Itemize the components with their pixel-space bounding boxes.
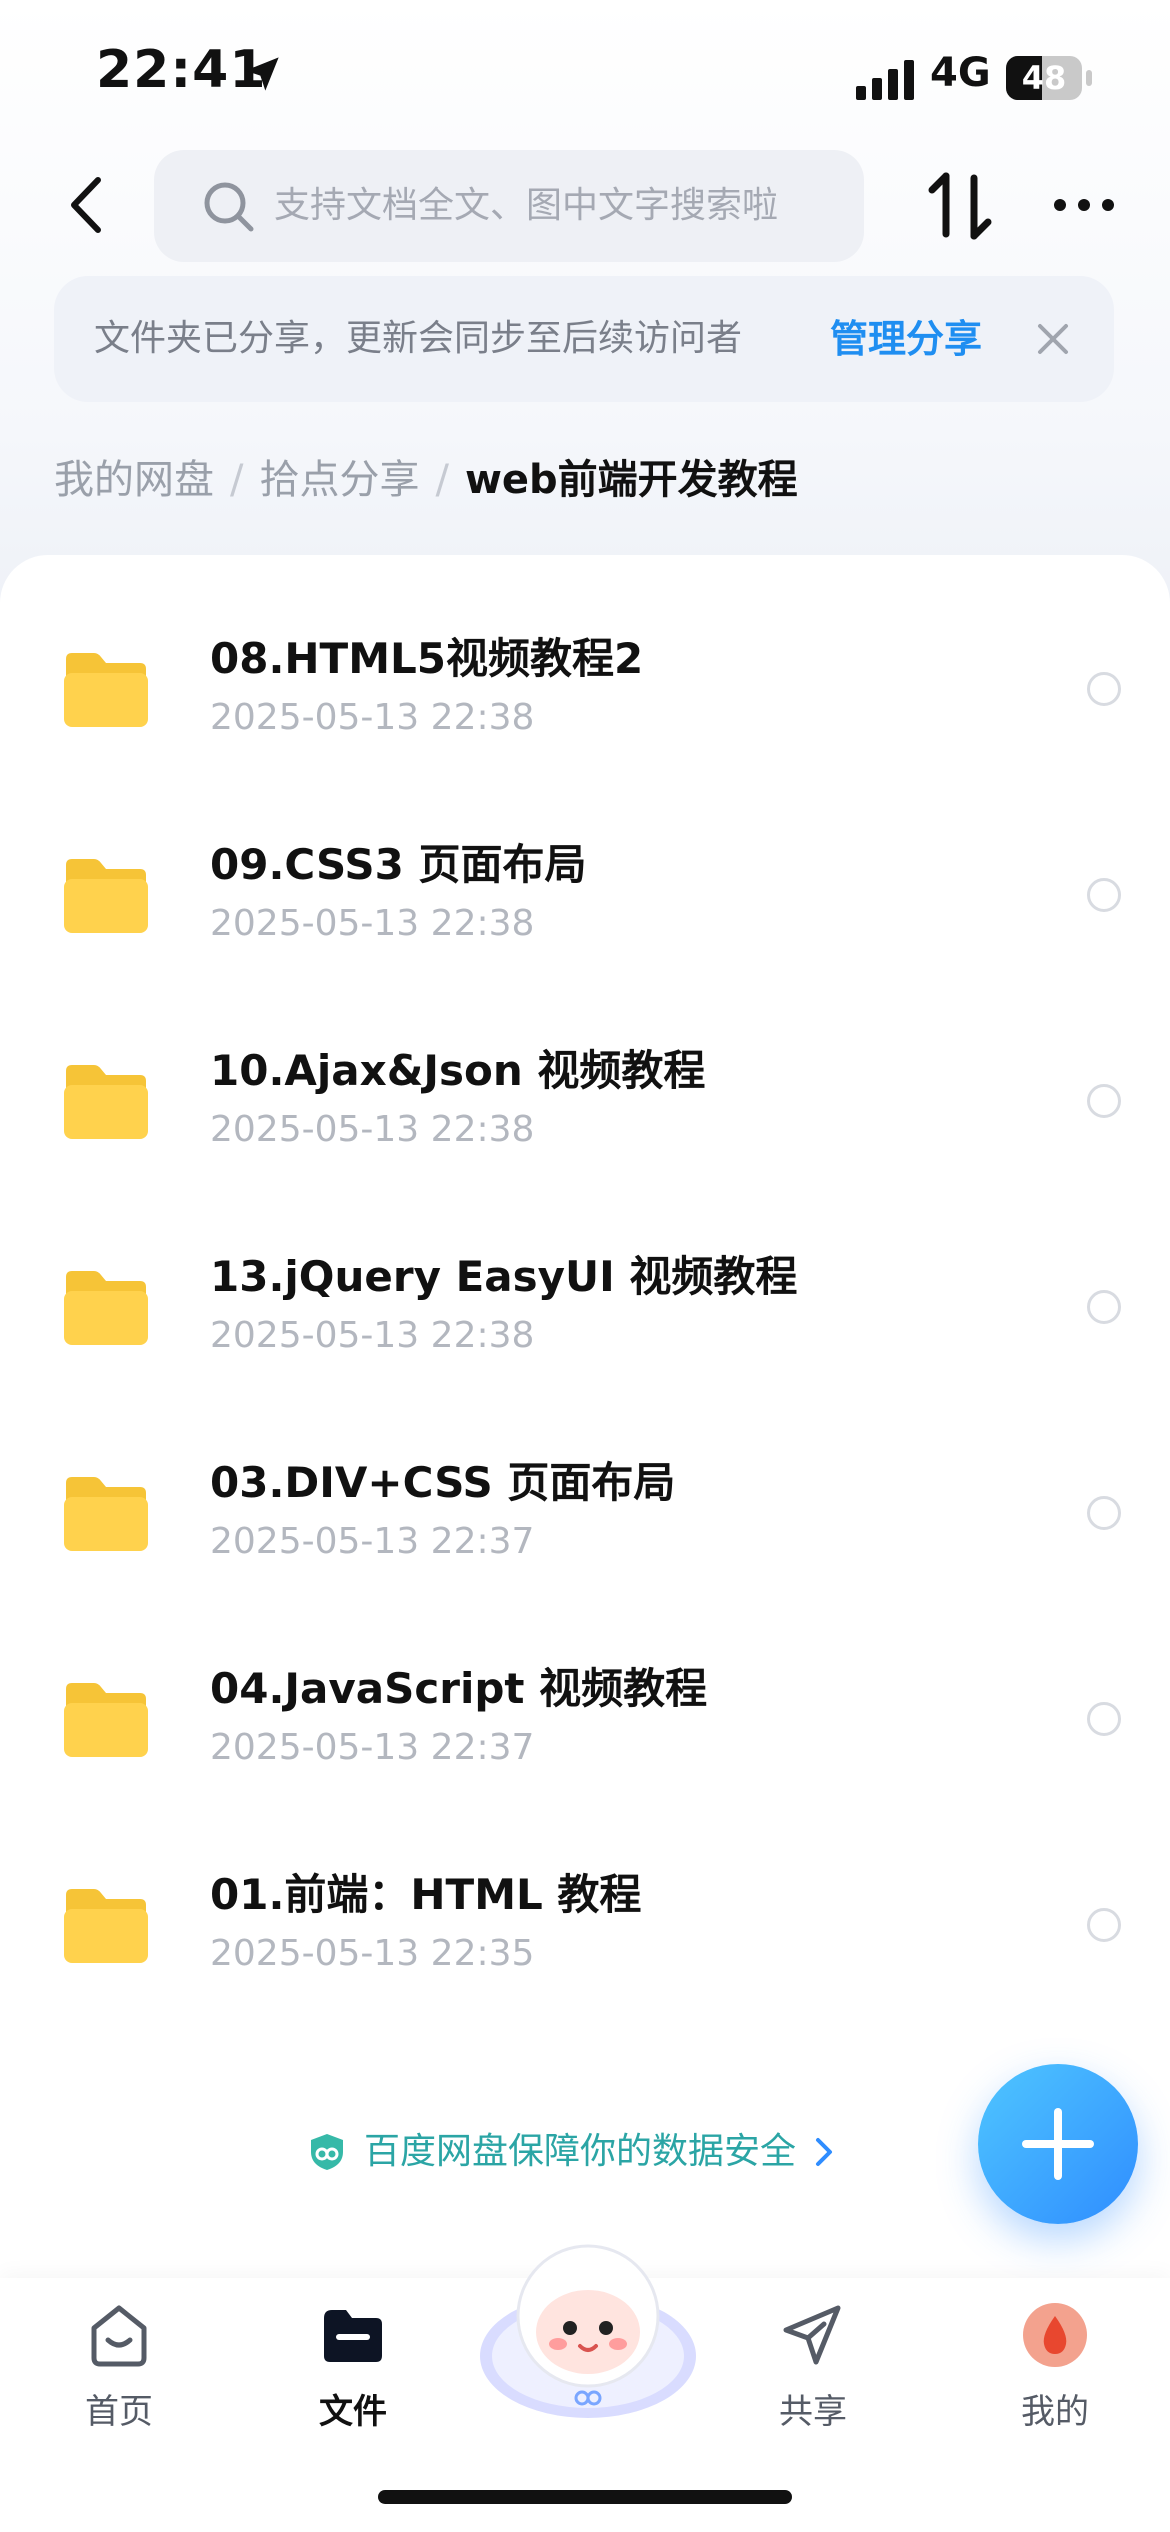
- assistant-mascot-button[interactable]: [478, 2236, 698, 2422]
- breadcrumb-item-my-drive[interactable]: 我的网盘: [54, 457, 214, 503]
- tab-files[interactable]: 文件: [278, 2300, 428, 2440]
- sort-icon[interactable]: [928, 170, 992, 242]
- file-name: 08.HTML5视频教程2: [210, 634, 644, 683]
- select-checkbox[interactable]: [1087, 1908, 1121, 1942]
- file-row[interactable]: 01.前端：HTML 教程 2025-05-13 22:35: [0, 1821, 1170, 2027]
- select-checkbox[interactable]: [1087, 1702, 1121, 1736]
- network-type: 4G: [930, 50, 991, 96]
- location-arrow-icon: [245, 57, 279, 91]
- breadcrumb-item-current: web前端开发教程: [464, 457, 798, 503]
- tab-label: 首页: [85, 2392, 153, 2432]
- file-row[interactable]: 10.Ajax&Json 视频教程 2025-05-13 22:38: [0, 997, 1170, 1203]
- close-icon[interactable]: [1030, 316, 1076, 362]
- file-date: 2025-05-13 22:38: [210, 903, 535, 944]
- select-checkbox[interactable]: [1087, 1290, 1121, 1324]
- status-bar: 22:41 4G 48: [0, 0, 1170, 150]
- tab-label: 我的: [1021, 2392, 1089, 2432]
- send-icon: [783, 2305, 841, 2365]
- file-date: 2025-05-13 22:38: [210, 697, 535, 738]
- battery-level: 48: [1021, 59, 1067, 97]
- select-checkbox[interactable]: [1087, 672, 1121, 706]
- tab-label: 共享: [779, 2392, 847, 2432]
- folder-icon: [64, 653, 148, 727]
- file-date: 2025-05-13 22:35: [210, 1933, 535, 1974]
- file-date: 2025-05-13 22:37: [210, 1521, 535, 1562]
- home-indicator: [378, 2490, 792, 2504]
- file-name: 04.JavaScript 视频教程: [210, 1664, 708, 1713]
- breadcrumb-item-shared[interactable]: 拾点分享: [259, 457, 419, 503]
- shield-icon: [311, 2134, 343, 2170]
- file-name: 09.CSS3 页面布局: [210, 840, 587, 889]
- file-name: 10.Ajax&Json 视频教程: [210, 1046, 706, 1095]
- folder-icon: [64, 1683, 148, 1757]
- more-icon[interactable]: [1052, 180, 1116, 230]
- breadcrumb: 我的网盘 / 拾点分享 / web前端开发教程: [54, 448, 798, 512]
- home-icon: [91, 2305, 147, 2367]
- select-checkbox[interactable]: [1087, 1496, 1121, 1530]
- tab-profile[interactable]: 我的: [980, 2300, 1130, 2440]
- folder-icon: [64, 1889, 148, 1963]
- search-input[interactable]: 支持文档全文、图中文字搜索啦: [154, 150, 864, 262]
- file-date: 2025-05-13 22:37: [210, 1727, 535, 1768]
- share-banner: 文件夹已分享，更新会同步至后续访问者 管理分享: [54, 276, 1114, 402]
- folder-icon: [64, 1477, 148, 1551]
- file-name: 03.DIV+CSS 页面布局: [210, 1458, 676, 1507]
- file-name: 01.前端：HTML 教程: [210, 1870, 642, 1919]
- share-banner-text: 文件夹已分享，更新会同步至后续访问者: [94, 318, 743, 359]
- folder-icon: [64, 859, 148, 933]
- file-date: 2025-05-13 22:38: [210, 1109, 535, 1150]
- breadcrumb-separator: /: [435, 457, 449, 503]
- tab-label: 文件: [319, 2392, 387, 2432]
- tab-home[interactable]: 首页: [44, 2300, 194, 2440]
- status-time: 22:41: [96, 40, 267, 100]
- select-checkbox[interactable]: [1087, 1084, 1121, 1118]
- battery-icon: 48: [1006, 56, 1092, 100]
- search-icon: [204, 182, 254, 232]
- back-button[interactable]: [56, 170, 116, 240]
- folder-icon: [64, 1271, 148, 1345]
- profile-icon: [1023, 2303, 1087, 2367]
- plus-icon: [1022, 2108, 1094, 2180]
- file-list: 08.HTML5视频教程2 2025-05-13 22:38 09.CSS3 页…: [0, 555, 1170, 2095]
- signal-icon: [856, 60, 914, 100]
- file-row[interactable]: 04.JavaScript 视频教程 2025-05-13 22:37: [0, 1615, 1170, 1821]
- manage-share-link[interactable]: 管理分享: [830, 276, 982, 402]
- tab-share[interactable]: 共享: [738, 2300, 888, 2440]
- security-notice-text: 百度网盘保障你的数据安全: [364, 2131, 797, 2172]
- folder-icon: [64, 1065, 148, 1139]
- select-checkbox[interactable]: [1087, 878, 1121, 912]
- file-row[interactable]: 03.DIV+CSS 页面布局 2025-05-13 22:37: [0, 1409, 1170, 1615]
- folder-icon: [324, 2310, 382, 2362]
- search-placeholder: 支持文档全文、图中文字搜索啦: [274, 185, 779, 226]
- file-name: 13.jQuery EasyUI 视频教程: [210, 1252, 798, 1301]
- add-button[interactable]: [978, 2064, 1138, 2224]
- file-row[interactable]: 08.HTML5视频教程2 2025-05-13 22:38: [0, 585, 1170, 791]
- breadcrumb-separator: /: [230, 457, 244, 503]
- file-row[interactable]: 09.CSS3 页面布局 2025-05-13 22:38: [0, 791, 1170, 997]
- file-row[interactable]: 13.jQuery EasyUI 视频教程 2025-05-13 22:38: [0, 1203, 1170, 1409]
- file-date: 2025-05-13 22:38: [210, 1315, 535, 1356]
- chevron-right-icon: [816, 2138, 832, 2166]
